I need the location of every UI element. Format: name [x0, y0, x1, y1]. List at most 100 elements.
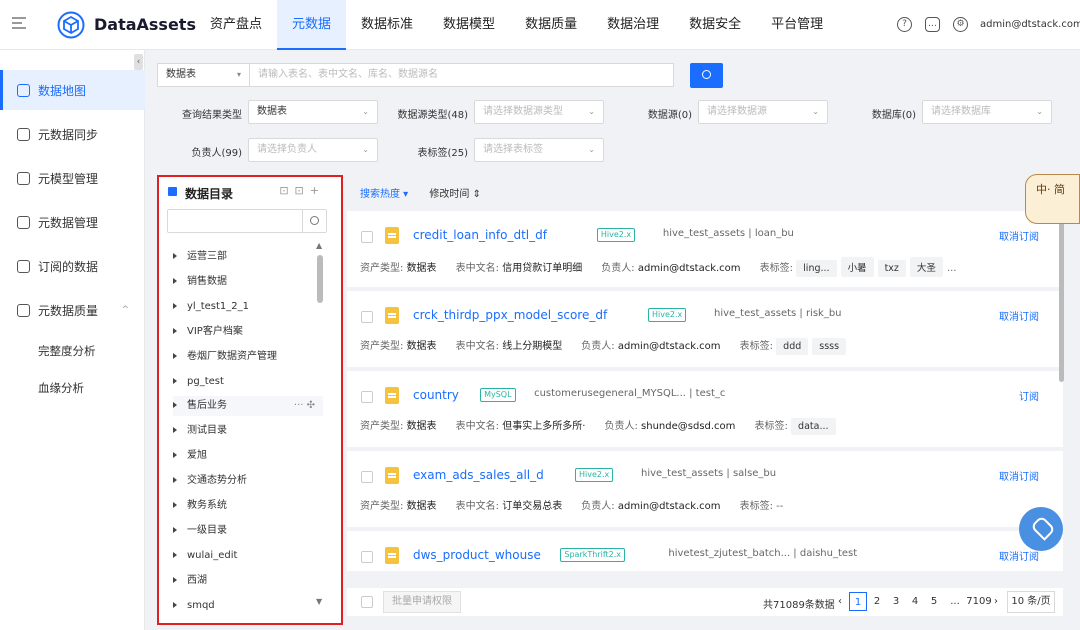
- tree-node[interactable]: 运营三部: [173, 247, 323, 267]
- row-checkbox[interactable]: [361, 231, 373, 243]
- page-size-select[interactable]: 10 条/页: [1007, 591, 1055, 613]
- tree-node[interactable]: 交通态势分析: [173, 471, 323, 491]
- tree-node[interactable]: 售后业务 ··· ✣: [173, 396, 323, 417]
- tag-chip: ssss: [812, 338, 847, 355]
- tree-node[interactable]: yl_test1_2_1: [173, 297, 323, 317]
- row-checkbox[interactable]: [361, 391, 373, 403]
- nav-item-5[interactable]: 数据治理: [592, 0, 674, 50]
- tree-node[interactable]: 一级目录: [173, 521, 323, 541]
- sidebar-item-5[interactable]: 元数据质量 ^: [0, 290, 145, 330]
- tree-node[interactable]: wulai_edit: [173, 546, 323, 566]
- filter-select-4[interactable]: 请选择负责人 ⌄: [248, 138, 378, 162]
- caret-right-icon[interactable]: [173, 253, 177, 259]
- settings-icon[interactable]: ⚙: [953, 17, 968, 32]
- menu-icon[interactable]: [12, 17, 26, 29]
- subscribe-link[interactable]: 取消订阅: [999, 308, 1039, 323]
- caret-right-icon[interactable]: [173, 601, 177, 608]
- caret-right-icon[interactable]: [173, 327, 177, 334]
- nav-item-2[interactable]: 数据标准: [346, 0, 428, 50]
- select-all-checkbox[interactable]: [361, 596, 373, 608]
- table-name-link[interactable]: exam_ads_sales_all_d: [413, 468, 544, 482]
- caret-right-icon[interactable]: [173, 452, 177, 459]
- next-page-button[interactable]: ›: [987, 592, 1005, 611]
- nav-item-6[interactable]: 数据安全: [674, 0, 756, 50]
- nav-item-7[interactable]: 平台管理: [756, 0, 838, 50]
- chevron-up-icon[interactable]: ^: [121, 305, 129, 315]
- search-input[interactable]: 请输入表名、表中文名、库名、数据源名: [258, 64, 438, 86]
- subscribe-link[interactable]: 取消订阅: [999, 468, 1039, 483]
- collapse-sidebar-button[interactable]: ‹: [134, 54, 143, 70]
- caret-right-icon[interactable]: [173, 277, 177, 284]
- nav-item-4[interactable]: 数据质量: [510, 0, 592, 50]
- search-button[interactable]: [690, 63, 723, 88]
- sidebar-item-0[interactable]: 数据地图: [0, 70, 145, 110]
- caret-right-icon[interactable]: [173, 352, 177, 359]
- location-float-button[interactable]: [1019, 507, 1063, 551]
- caret-right-icon[interactable]: [173, 477, 177, 484]
- caret-right-icon[interactable]: [173, 502, 177, 508]
- caret-right-icon[interactable]: [173, 526, 177, 533]
- sidebar-item-1[interactable]: 元数据同步: [0, 114, 145, 154]
- caret-right-icon[interactable]: [173, 302, 177, 309]
- table-name-link[interactable]: credit_loan_info_dtl_df: [413, 228, 547, 242]
- catalog-tools[interactable]: ⊡⊡+: [279, 184, 325, 197]
- catalog-search-input[interactable]: [167, 209, 327, 233]
- user-account[interactable]: admin@dtstack.com: [980, 19, 1080, 30]
- page-2[interactable]: 2: [868, 592, 886, 611]
- help-icon[interactable]: ?: [897, 17, 912, 32]
- tree-node[interactable]: VIP客户档案: [173, 322, 323, 342]
- tree-node[interactable]: 销售数据: [173, 272, 323, 292]
- page-1[interactable]: 1: [849, 592, 867, 611]
- batch-apply-permission-button[interactable]: 批量申请权限: [383, 591, 461, 613]
- filter-select-0[interactable]: 数据表 ⌄: [248, 100, 378, 124]
- nav-item-1[interactable]: 元数据: [277, 0, 347, 50]
- tree-node[interactable]: 西湖: [173, 571, 323, 591]
- tree-node[interactable]: 爱旭: [173, 446, 323, 466]
- subscribe-link[interactable]: 订阅: [1019, 388, 1039, 403]
- tag-chip: txz: [877, 260, 906, 277]
- filter-select-5[interactable]: 请选择表标签 ⌄: [474, 138, 604, 162]
- tree-node[interactable]: 卷烟厂数据资产管理: [173, 347, 323, 367]
- tree-node[interactable]: smqd: [173, 596, 323, 616]
- table-name-link[interactable]: dws_product_whouse: [413, 548, 541, 562]
- sort-by-time[interactable]: 修改时间 ⇕: [429, 189, 481, 200]
- scroll-up-icon[interactable]: ▲: [316, 241, 322, 250]
- table-name-link[interactable]: country: [413, 388, 459, 402]
- tree-node[interactable]: pg_test: [173, 372, 323, 392]
- sidebar-item-2[interactable]: 元模型管理: [0, 158, 145, 198]
- caret-right-icon[interactable]: [173, 377, 177, 384]
- search-icon[interactable]: [310, 216, 319, 225]
- prev-page-button[interactable]: ‹: [831, 592, 849, 611]
- page-3[interactable]: 3: [887, 592, 905, 611]
- page-...[interactable]: ...: [946, 592, 964, 611]
- caret-right-icon[interactable]: [173, 551, 177, 558]
- search-type-select[interactable]: 数据表 ▾: [158, 64, 250, 86]
- node-actions-icon[interactable]: ··· ✣: [294, 396, 315, 416]
- catalog-scrollbar[interactable]: [317, 255, 323, 303]
- sidebar-item-7[interactable]: 血缘分析: [0, 368, 145, 408]
- page-4[interactable]: 4: [906, 592, 924, 611]
- sidebar-item-3[interactable]: 元数据管理: [0, 202, 145, 242]
- results-scrollbar[interactable]: [1059, 222, 1064, 382]
- filter-select-3[interactable]: 请选择数据库 ⌄: [922, 100, 1052, 124]
- caret-right-icon[interactable]: [173, 576, 177, 583]
- row-checkbox[interactable]: [361, 471, 373, 483]
- tree-node[interactable]: 测试目录: [173, 421, 323, 441]
- subscribe-link[interactable]: 取消订阅: [999, 228, 1039, 243]
- nav-item-3[interactable]: 数据模型: [428, 0, 510, 50]
- caret-right-icon[interactable]: [173, 402, 177, 409]
- sidebar-item-4[interactable]: 订阅的数据: [0, 246, 145, 286]
- table-name-link[interactable]: crck_thirdp_ppx_model_score_df: [413, 308, 607, 322]
- row-checkbox[interactable]: [361, 311, 373, 323]
- caret-right-icon[interactable]: [173, 427, 177, 434]
- sort-by-hot[interactable]: 搜索热度 ▾: [360, 189, 408, 200]
- row-checkbox[interactable]: [361, 551, 373, 563]
- scroll-down-icon[interactable]: ▼: [316, 597, 322, 606]
- message-icon[interactable]: …: [925, 17, 940, 32]
- page-5[interactable]: 5: [925, 592, 943, 611]
- sidebar-item-6[interactable]: 完整度分析: [0, 331, 145, 371]
- tree-node[interactable]: 教务系统: [173, 496, 323, 516]
- mascot-widget[interactable]: 中· 简: [1025, 174, 1080, 224]
- subscribe-link[interactable]: 取消订阅: [999, 548, 1039, 563]
- nav-item-0[interactable]: 资产盘点: [195, 0, 277, 50]
